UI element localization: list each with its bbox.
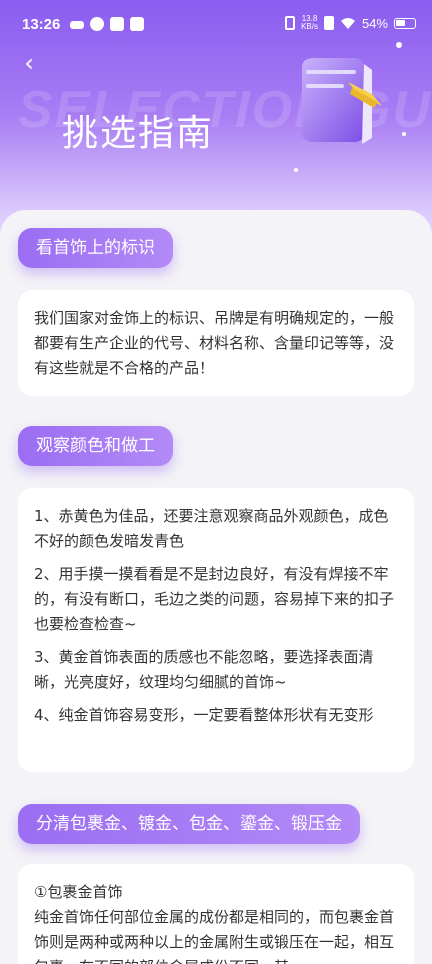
section-tag-markings: 看首饰上的标识 [18, 228, 173, 268]
status-time: 13:26 [22, 16, 61, 33]
section-card-gold-types: ①包裹金首饰 纯金首饰任何部位金属的成份都是相同的，而包裹金首饰则是两种或两种以… [18, 864, 414, 964]
card-text: 纯金首饰任何部位金属的成份都是相同的，而包裹金首饰则是两种或两种以上的金属附生或… [34, 908, 395, 964]
card-text: 3、黄金首饰表面的质感也不能忽略，要选择表面清晰，光亮度好，纹理均匀细腻的首饰~ [34, 648, 374, 691]
chevron-left-icon: ‹ [24, 49, 34, 77]
card-text: 我们国家对金饰上的标识、吊牌是有明确规定的，一般都要有生产企业的代号、材料名称、… [34, 309, 395, 377]
card-text: 4、纯金首饰容易变形，一定要看整体形状有无变形 [34, 706, 374, 724]
wifi-icon [340, 17, 355, 29]
section-card-markings: 我们国家对金饰上的标识、吊牌是有明确规定的，一般都要有生产企业的代号、材料名称、… [18, 290, 414, 396]
network-speed-unit: KB/s [301, 22, 318, 31]
battery-icon [394, 17, 416, 29]
book-icon [302, 58, 382, 144]
play-icon [130, 17, 144, 31]
page-title: 挑选指南 [62, 113, 215, 154]
card-text: 2、用手摸一摸看看是不是封边良好，有没有焊接不牢的，有没有断口，毛边之类的问题，… [34, 565, 395, 633]
section-tag-gold-types: 分清包裹金、镀金、包金、鎏金、锻压金 [18, 804, 360, 844]
sim-icon [323, 16, 334, 30]
system-status: 13.8 KB/s 54% [285, 15, 416, 31]
notification-icons [70, 17, 144, 31]
battery-percent: 54% [361, 15, 388, 31]
sparkle-icon [396, 42, 402, 48]
section-tag-color-workmanship: 观察颜色和做工 [18, 426, 173, 466]
sparkle-icon [294, 168, 298, 172]
section-card-color-workmanship: 1、赤黄色为佳品，还要注意观察商品外观颜色，成色不好的颜色发暗发青色 2、用手摸… [18, 488, 414, 772]
crown-icon [70, 21, 84, 29]
network-speed: 13.8 KB/s [301, 15, 318, 31]
status-bar: 13:26 13.8 KB/s 54% [0, 0, 432, 50]
vibrate-icon [285, 16, 296, 30]
card-text: 1、赤黄色为佳品，还要注意观察商品外观颜色，成色不好的颜色发暗发青色 [34, 507, 389, 550]
content-panel: 看首饰上的标识 我们国家对金饰上的标识、吊牌是有明确规定的，一般都要有生产企业的… [0, 210, 432, 964]
card-text: ①包裹金首饰 [34, 883, 123, 901]
back-button[interactable]: ‹ [16, 50, 42, 76]
message-icon [110, 17, 124, 31]
sparkle-icon [402, 132, 406, 136]
app-icon [90, 17, 104, 31]
